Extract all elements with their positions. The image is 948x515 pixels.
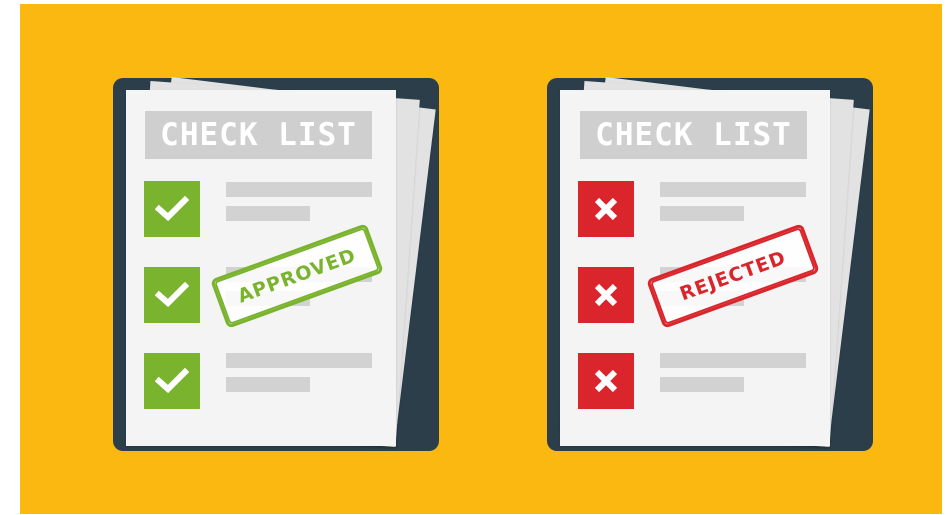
illustration-canvas: CHECK LIST APPROVED CHECK LIST REJECTED: [20, 4, 942, 514]
checklist-title: CHECK LIST: [580, 111, 807, 159]
crossed-box-2: [578, 267, 634, 323]
list-line: [660, 377, 744, 392]
rejected-checklist: CHECK LIST REJECTED: [20, 4, 942, 514]
crossed-box-3: [578, 353, 634, 409]
crossed-box-1: [578, 181, 634, 237]
cross-icon: [594, 369, 618, 393]
list-line: [660, 182, 806, 197]
cross-icon: [594, 283, 618, 307]
cross-icon: [594, 197, 618, 221]
list-line: [660, 206, 744, 221]
list-line: [660, 353, 806, 368]
